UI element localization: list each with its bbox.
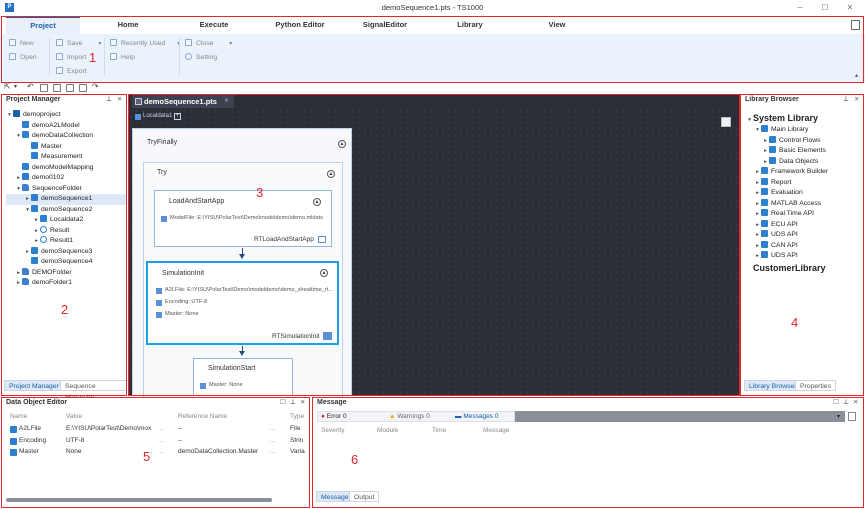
annotation-number: 3 (256, 185, 264, 200)
dropdown-icon[interactable]: ▾ (14, 83, 17, 90)
undo-icon[interactable]: ↶ (27, 82, 34, 91)
minimize-icon[interactable]: ─ (790, 2, 810, 14)
pointer-icon[interactable]: ⇱ (4, 82, 11, 91)
annotation-number: 4 (791, 315, 799, 330)
open-icon[interactable] (53, 84, 61, 92)
annotation-box-project-manager (1, 94, 127, 396)
maximize-icon[interactable]: ☐ (815, 2, 835, 14)
annotation-box-ribbon (1, 16, 864, 83)
annotation-number: 5 (143, 449, 151, 464)
export-icon[interactable] (66, 84, 74, 92)
annotation-box-message (312, 397, 864, 508)
new-icon[interactable] (40, 84, 48, 92)
quick-access-toolbar: ⇱ ▾ ↶ ↷ (0, 82, 865, 94)
close-icon[interactable]: ✕ (840, 2, 860, 14)
annotation-number: 1 (89, 50, 97, 65)
save-icon[interactable] (79, 84, 87, 92)
window-title: demoSequence1.pts - TS1000 (381, 3, 484, 12)
title-bar: P demoSequence1.pts - TS1000 ─ ☐ ✕ (0, 0, 865, 16)
annotation-box-library-browser (740, 94, 864, 396)
annotation-box-data-object-editor (1, 397, 310, 508)
annotation-number: 2 (61, 302, 69, 317)
annotation-box-editor (128, 94, 740, 396)
annotation-number: 6 (351, 452, 359, 467)
redo-icon[interactable]: ↷ (92, 82, 99, 91)
